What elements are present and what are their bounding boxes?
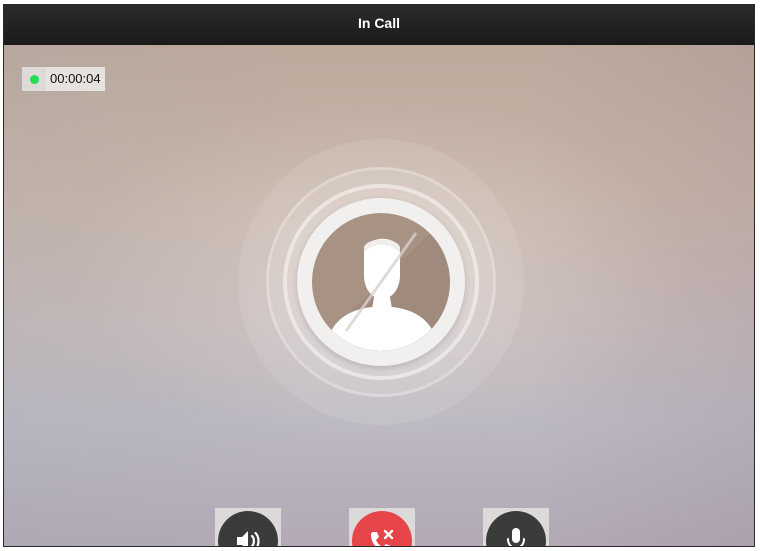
- caller-avatar: [312, 213, 450, 351]
- hang-up-icon: [371, 529, 394, 546]
- microphone-button-circle: [486, 511, 546, 546]
- call-timer: 00:00:04: [22, 67, 105, 91]
- speaker-button-circle: [218, 511, 278, 546]
- call-status-indicator: [22, 67, 46, 91]
- speaker-button[interactable]: [215, 508, 281, 546]
- hang-up-button[interactable]: [349, 508, 415, 546]
- user-placeholder-icon: [312, 213, 450, 351]
- microphone-icon: [507, 528, 525, 546]
- call-duration: 00:00:04: [46, 67, 105, 91]
- window-title: In Call: [4, 5, 754, 45]
- status-dot-icon: [29, 74, 39, 84]
- microphone-button[interactable]: [483, 508, 549, 546]
- speaker-icon: [237, 531, 260, 546]
- call-controls: [4, 508, 754, 546]
- call-stage: 00:00:04: [4, 45, 754, 546]
- in-call-window: In Call 00:00:04: [3, 4, 755, 547]
- hang-up-button-circle: [352, 511, 412, 546]
